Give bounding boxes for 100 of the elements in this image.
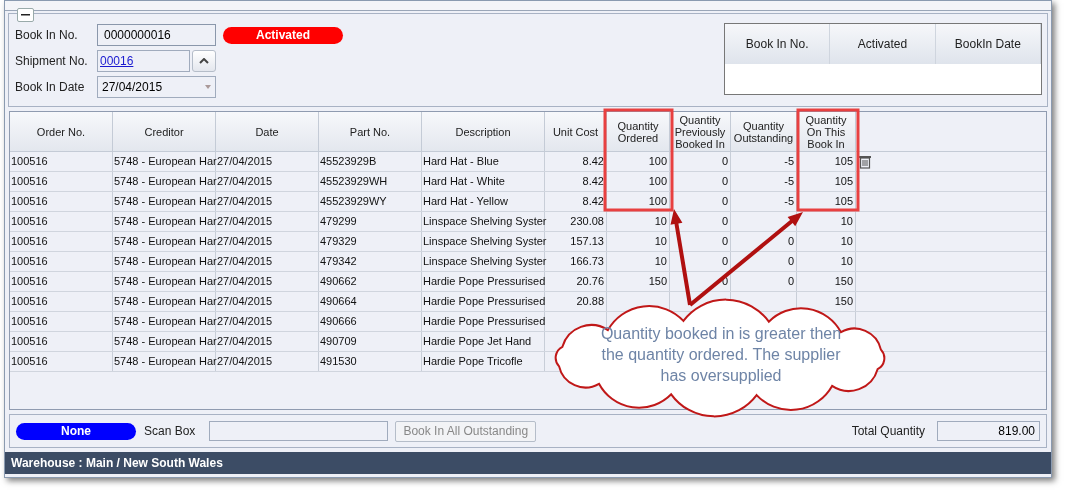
table-cell: Hardie Pope Pressurised (422, 272, 545, 291)
table-cell: 0 (670, 152, 731, 171)
table-cell: 5748 - European Har (113, 332, 216, 351)
scan-box-field[interactable] (209, 421, 389, 441)
table-cell: 490709 (319, 332, 422, 351)
date-field[interactable]: 27/04/2015 (97, 76, 216, 98)
table-cell: 27/04/2015 (216, 292, 319, 311)
table-cell: 100 (607, 172, 670, 191)
date-value: 27/04/2015 (102, 79, 163, 96)
column-header[interactable]: Creditor (113, 112, 216, 151)
table-cell: 10 (797, 252, 856, 271)
column-header[interactable]: Quantity Outstanding (731, 112, 797, 151)
table-cell: 150 (607, 272, 670, 291)
table-cell: Hardie Pope Jet Hand (422, 332, 545, 351)
column-header[interactable]: Quantity On This Book In (797, 112, 856, 151)
table-cell: -5 (731, 192, 797, 211)
table-cell: 100516 (10, 292, 113, 311)
table-cell: Hard Hat - Yellow (422, 192, 545, 211)
table-cell: Linspace Shelving Syster (422, 252, 545, 271)
dropdown-arrow-icon (205, 85, 211, 89)
table-cell: 20.88 (545, 292, 607, 311)
expand-button[interactable] (192, 50, 216, 72)
table-cell: 100516 (10, 192, 113, 211)
scan-box-label: Scan Box (144, 423, 196, 440)
column-header[interactable]: Book In No. (725, 24, 831, 64)
table-cell: Linspace Shelving Syster (422, 232, 545, 251)
table-cell: 8.42 (545, 152, 607, 171)
table-cell: 479299 (319, 212, 422, 231)
table-cell: 27/04/2015 (216, 212, 319, 231)
table-cell: 100516 (10, 352, 113, 371)
table-cell: 27/04/2015 (216, 332, 319, 351)
table-cell: 490664 (319, 292, 422, 311)
shipment-link[interactable]: 00016 (100, 54, 134, 68)
trash-icon[interactable] (859, 155, 871, 169)
table-cell: 100516 (10, 312, 113, 331)
table-cell: 8.42 (545, 192, 607, 211)
table-cell: 105 (797, 192, 856, 211)
table-cell: 230.08 (545, 212, 607, 231)
table-cell: 150 (797, 272, 856, 291)
table-cell: 45523929WH (319, 172, 422, 191)
book-in-number-field[interactable]: 0000000016 (97, 24, 216, 46)
table-cell: 5748 - European Har (113, 292, 216, 311)
total-quantity-field[interactable]: 819.00 (937, 421, 1040, 441)
table-cell: 27/04/2015 (216, 232, 319, 251)
table-cell: 5748 - European Har (113, 232, 216, 251)
column-header[interactable]: Quantity Previously Booked In (670, 112, 731, 151)
table-cell: 479329 (319, 232, 422, 251)
field-label: Book In No. (15, 27, 79, 44)
table-cell: Linspace Shelving Syster (422, 212, 545, 231)
table-cell: 27/04/2015 (216, 192, 319, 211)
table-cell: 100516 (10, 172, 113, 191)
mode-badge: None (16, 422, 136, 440)
table-cell: 10 (607, 232, 670, 251)
table-cell: Hardie Pope Tricofle (422, 352, 545, 371)
table-cell: 0 (670, 172, 731, 191)
table-cell: 105 (797, 152, 856, 171)
collapse-button[interactable] (17, 8, 34, 22)
minus-icon (21, 14, 30, 16)
table-cell: Hard Hat - White (422, 172, 545, 191)
table-cell: 490666 (319, 312, 422, 331)
table-cell: 45523929WY (319, 192, 422, 211)
column-header[interactable]: BookIn Date (935, 24, 1041, 64)
table-cell: 8.42 (545, 172, 607, 191)
table-cell: 10 (607, 212, 670, 231)
status-badge: Activated (223, 26, 343, 44)
table-cell: 100516 (10, 272, 113, 291)
table-cell: 100516 (10, 212, 113, 231)
table-cell: 166.73 (545, 252, 607, 271)
table-cell: 105 (797, 172, 856, 191)
table-cell: 491530 (319, 352, 422, 371)
table-cell: 490662 (319, 272, 422, 291)
table-cell: Hard Hat - Blue (422, 152, 545, 171)
table-cell: 10 (797, 232, 856, 251)
column-header[interactable]: Quantity Ordered (607, 112, 670, 151)
table-cell: 27/04/2015 (216, 312, 319, 331)
column-header[interactable]: Activated (830, 24, 936, 64)
total-quantity-label: Total Quantity (851, 423, 925, 440)
table-cell: 100 (607, 192, 670, 211)
table-cell: 5748 - European Har (113, 312, 216, 331)
column-header[interactable]: Unit Cost (545, 112, 607, 151)
table-cell: 27/04/2015 (216, 272, 319, 291)
table-cell: 5748 - European Har (113, 192, 216, 211)
shipment-number-field[interactable]: 00016 (97, 50, 190, 72)
table-cell: -5 (731, 172, 797, 191)
table-cell: 45523929B (319, 152, 422, 171)
table-cell: Hardie Pope Pressurised (422, 312, 545, 331)
table-cell: 5748 - European Har (113, 152, 216, 171)
column-header[interactable]: Description (422, 112, 545, 151)
table-cell: 100516 (10, 152, 113, 171)
table-cell: 157.13 (545, 232, 607, 251)
table-cell: 100 (607, 152, 670, 171)
field-label: Book In Date (15, 79, 86, 96)
table-cell: 100516 (10, 232, 113, 251)
table-cell: 5748 - European Har (113, 252, 216, 271)
column-header[interactable]: Part No. (319, 112, 422, 151)
table-cell: 100516 (10, 332, 113, 351)
column-header[interactable]: Date (216, 112, 319, 151)
table-cell: -5 (731, 152, 797, 171)
column-header[interactable]: Order No. (10, 112, 113, 151)
table-cell: 10 (607, 252, 670, 271)
